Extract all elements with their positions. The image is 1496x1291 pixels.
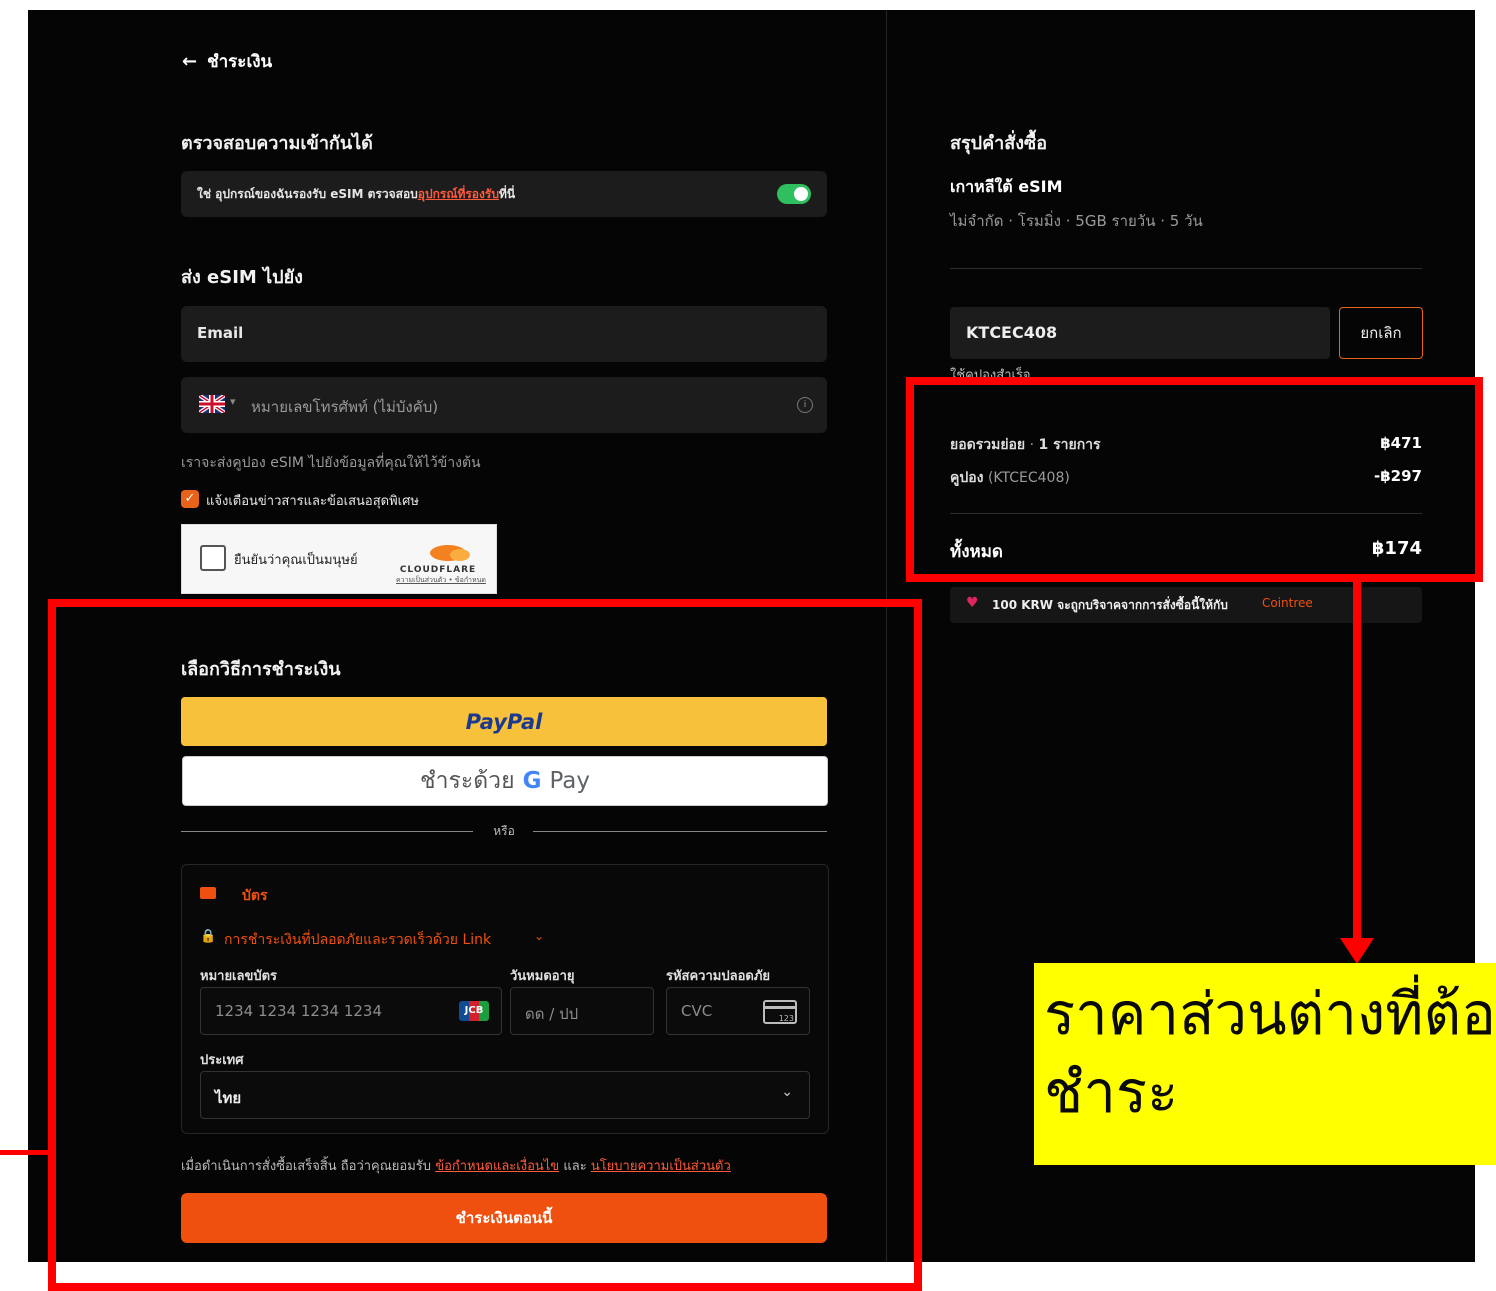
compat-row: ใช่ อุปกรณ์ของฉันรองรับ eSIM ตรวจสอบอุปก…	[181, 171, 827, 217]
coupon-code: KTCEC408	[966, 323, 1058, 342]
cloudflare-links[interactable]: ความเป็นส่วนตัว • ข้อกำหนด	[396, 575, 486, 586]
compat-devices-link[interactable]: อุปกรณ์ที่รองรับ	[418, 187, 499, 201]
compat-title: ตรวจสอบความเข้ากันได้	[181, 133, 373, 154]
chevron-down-icon: ▾	[230, 395, 236, 408]
back-button[interactable]: ← ชำระเงิน	[182, 48, 272, 75]
annotation-callout: ราคาส่วนต่างที่ต้อง ชำระ	[1034, 963, 1496, 1165]
product-name: เกาหลีใต้ eSIM	[950, 177, 1063, 196]
captcha-checkbox[interactable]	[200, 545, 226, 571]
coupon-cancel-button[interactable]: ยกเลิก	[1339, 307, 1423, 359]
summary-title: สรุปคำสั่งซื้อ	[950, 133, 1048, 154]
arrow-head-icon	[1340, 938, 1374, 964]
highlight-box-summary	[906, 377, 1483, 582]
page-title: ชำระเงิน	[207, 52, 273, 72]
arrow-left-icon: ←	[182, 51, 198, 72]
donation-org[interactable]: Cointree	[1262, 596, 1313, 610]
uk-flag-icon[interactable]	[197, 393, 227, 415]
arrow-line	[1353, 582, 1361, 940]
phone-field[interactable]: ▾ หมายเลขโทรศัพท์ (ไม่บังคับ) i	[181, 377, 827, 433]
compat-toggle[interactable]	[777, 184, 811, 204]
highlight-box-payment	[48, 599, 922, 1291]
annotation-line-1: ราคาส่วนต่างที่ต้อง	[1044, 980, 1496, 1048]
info-icon: i	[797, 397, 813, 413]
newsletter-label: แจ้งเตือนข่าวสารและข้อเสนอสุดพิเศษ	[206, 494, 419, 509]
send-note: เราจะส่งคูปอง eSIM ไปยังข้อมูลที่คุณให้ไ…	[181, 455, 481, 471]
compat-suffix: ที่นี่	[498, 187, 516, 201]
pointer-line	[0, 1150, 50, 1155]
captcha-widget: ยืนยันว่าคุณเป็นมนุษย์ CLOUDFLARE ความเป…	[181, 524, 497, 594]
cloudflare-brand: CLOUDFLARE	[399, 565, 477, 575]
donation-banner: ♥ 100 KRW จะถูกบริจาคจากการสั่งซื้อนี้ให…	[950, 587, 1422, 623]
email-placeholder: Email	[197, 324, 244, 342]
annotation-line-2: ชำระ	[1044, 1058, 1179, 1126]
email-field[interactable]: Email	[181, 306, 827, 362]
send-title: ส่ง eSIM ไปยัง	[181, 267, 303, 288]
captcha-label: ยืนยันว่าคุณเป็นมนุษย์	[234, 553, 358, 568]
product-details: ไม่จำกัด · โรมมิ่ง · 5GB รายวัน · 5 วัน	[950, 212, 1203, 230]
donation-text: 100 KRW จะถูกบริจาคจากการสั่งซื้อนี้ให้ก…	[992, 598, 1228, 612]
heart-icon: ♥	[966, 595, 979, 611]
coupon-input[interactable]: KTCEC408	[950, 307, 1330, 359]
cloudflare-logo: CLOUDFLARE ความเป็นส่วนตัว • ข้อกำหนด	[396, 539, 486, 584]
phone-placeholder: หมายเลขโทรศัพท์ (ไม่บังคับ)	[251, 398, 439, 416]
newsletter-checkbox[interactable]: ✓	[181, 490, 199, 508]
summary-divider	[950, 268, 1422, 269]
compat-text: ใช่ อุปกรณ์ของฉันรองรับ eSIM ตรวจสอบ	[197, 187, 418, 201]
